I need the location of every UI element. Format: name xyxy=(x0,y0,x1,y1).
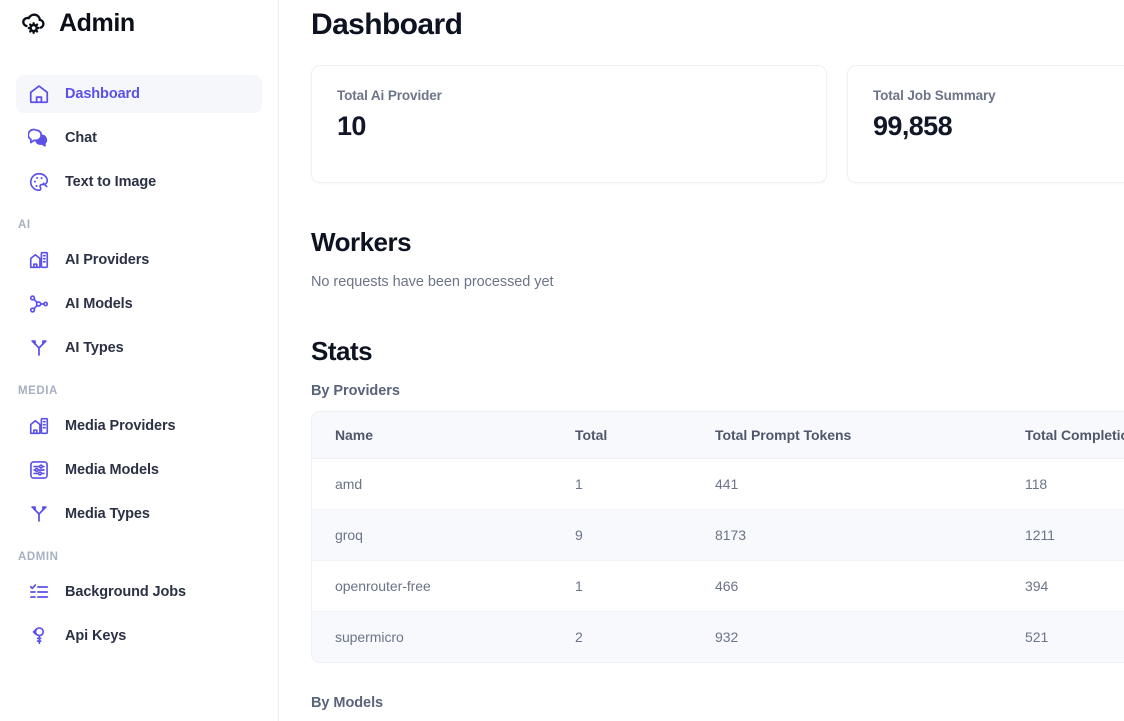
sidebar-item-label: Text to Image xyxy=(65,174,157,190)
table-row[interactable]: openrouter-free 1 466 394 xyxy=(312,560,1124,612)
workers-section-title: Workers xyxy=(311,227,412,257)
summary-cards: Total Ai Provider 10 Total Job Summary 9… xyxy=(311,65,1124,183)
sidebar: Admin Dashboard Chat Text to Image AI AI… xyxy=(0,0,279,721)
split-branch-icon xyxy=(28,337,50,359)
cell-name: groq xyxy=(312,509,552,561)
stats-by-models-title: By Models xyxy=(311,695,384,711)
column-header-total-prompt-tokens[interactable]: Total Prompt Tokens xyxy=(692,412,1002,459)
table-header-row: Name Total Total Prompt Tokens Total Com… xyxy=(312,412,1124,459)
sidebar-item-dashboard[interactable]: Dashboard xyxy=(16,75,262,113)
app-root: Admin Dashboard Chat Text to Image AI AI… xyxy=(0,0,1124,721)
sidebar-item-media-providers[interactable]: Media Providers xyxy=(16,407,262,445)
stat-card-label: Total Ai Provider xyxy=(337,88,442,103)
sidebar-group-admin: ADMIN Background Jobs Api Keys xyxy=(16,551,262,655)
cell-prompt-tokens: 441 xyxy=(692,458,1002,510)
sidebar-item-label: Media Types xyxy=(65,506,150,522)
chat-bubbles-icon xyxy=(27,127,50,149)
column-header-total-completion-tokens[interactable]: Total Completion Tokens xyxy=(1002,412,1124,459)
split-branch-icon xyxy=(28,503,50,525)
brand-title: Admin xyxy=(59,8,135,37)
sidebar-primary-nav: Dashboard Chat Text to Image xyxy=(16,75,262,201)
cell-name: supermicro xyxy=(335,629,404,645)
sidebar-item-label: Api Keys xyxy=(65,628,127,644)
sidebar-group-media: MEDIA Media Providers Media Models Media… xyxy=(16,385,262,533)
sidebar-item-text-to-image[interactable]: Text to Image xyxy=(16,163,262,201)
stat-card-value: 99,858 xyxy=(873,111,953,141)
cell-completion-tokens: 521 xyxy=(1025,629,1049,645)
sidebar-item-label: Dashboard xyxy=(65,86,140,102)
sidebar-section-label-ai: AI xyxy=(18,219,31,231)
sidebar-item-label: AI Types xyxy=(65,340,124,356)
sidebar-item-api-keys[interactable]: Api Keys xyxy=(16,617,262,655)
sidebar-item-label: AI Models xyxy=(65,296,133,312)
sidebar-item-label: AI Providers xyxy=(65,252,150,268)
network-nodes-icon xyxy=(28,293,50,315)
providers-table-body: amd 1 441 118 groq 9 8173 1211 openroute… xyxy=(312,458,1124,662)
sidebar-section-label-media: MEDIA xyxy=(18,385,58,397)
sidebar-item-ai-models[interactable]: AI Models xyxy=(16,285,262,323)
cell-completion-tokens: 394 xyxy=(1002,560,1124,612)
stats-section-title: Stats xyxy=(311,336,373,366)
sidebar-item-ai-providers[interactable]: AI Providers xyxy=(16,241,262,279)
sidebar-item-background-jobs[interactable]: Background Jobs xyxy=(16,573,262,611)
sidebar-item-ai-types[interactable]: AI Types xyxy=(16,329,262,367)
cell-name: amd xyxy=(312,458,552,510)
cell-total: 2 xyxy=(575,629,583,645)
providers-table-head: Name Total Total Prompt Tokens Total Com… xyxy=(312,412,1124,459)
cell-name: openrouter-free xyxy=(312,560,552,612)
sliders-icon xyxy=(28,459,50,481)
building-icon xyxy=(28,249,50,271)
column-header-total[interactable]: Total xyxy=(552,412,692,459)
workers-empty-message: No requests have been processed yet xyxy=(311,274,554,290)
cell-completion-tokens: 1211 xyxy=(1002,509,1124,561)
sidebar-section-label-admin: ADMIN xyxy=(18,551,59,563)
stat-card-total-ai-provider: Total Ai Provider 10 xyxy=(311,65,827,183)
sidebar-group-ai: AI AI Providers AI Models AI Types xyxy=(16,219,262,367)
cell-total: 1 xyxy=(552,458,692,510)
cell-prompt-tokens: 8173 xyxy=(692,509,1002,561)
column-header-name[interactable]: Name xyxy=(312,412,552,459)
sidebar-item-label: Chat xyxy=(65,130,97,146)
table-row[interactable]: groq 9 8173 1211 xyxy=(312,509,1124,561)
sidebar-item-label: Media Models xyxy=(65,462,159,478)
list-checks-icon xyxy=(28,581,50,603)
sidebar-item-media-types[interactable]: Media Types xyxy=(16,495,262,533)
cloud-cog-icon xyxy=(18,8,48,38)
sidebar-item-label: Background Jobs xyxy=(65,584,186,600)
stats-by-providers-title: By Providers xyxy=(311,383,400,399)
palette-icon xyxy=(28,171,50,193)
providers-table: Name Total Total Prompt Tokens Total Com… xyxy=(312,412,1124,662)
building-icon xyxy=(28,415,50,437)
key-icon xyxy=(28,625,50,647)
cell-completion-tokens: 118 xyxy=(1002,458,1124,510)
cell-total: 9 xyxy=(552,509,692,561)
stat-card-value: 10 xyxy=(337,111,366,141)
cell-prompt-tokens: 466 xyxy=(692,560,1002,612)
page-title: Dashboard xyxy=(311,8,463,41)
sidebar-item-chat[interactable]: Chat xyxy=(16,119,262,157)
cell-prompt-tokens: 932 xyxy=(715,629,739,645)
stat-card-label: Total Job Summary xyxy=(873,88,996,103)
cell-total: 1 xyxy=(552,560,692,612)
stat-card-total-job-summary: Total Job Summary 99,858 xyxy=(847,65,1124,183)
brand: Admin xyxy=(16,0,262,46)
table-row[interactable]: amd 1 441 118 xyxy=(312,458,1124,510)
sidebar-item-label: Media Providers xyxy=(65,418,176,434)
sidebar-item-media-models[interactable]: Media Models xyxy=(16,451,262,489)
home-icon xyxy=(28,83,50,105)
main-content: Dashboard Total Ai Provider 10 Total Job… xyxy=(279,0,1124,721)
providers-table-wrapper: Name Total Total Prompt Tokens Total Com… xyxy=(311,411,1124,663)
table-row[interactable]: supermicro 2 932 521 xyxy=(312,611,1124,662)
